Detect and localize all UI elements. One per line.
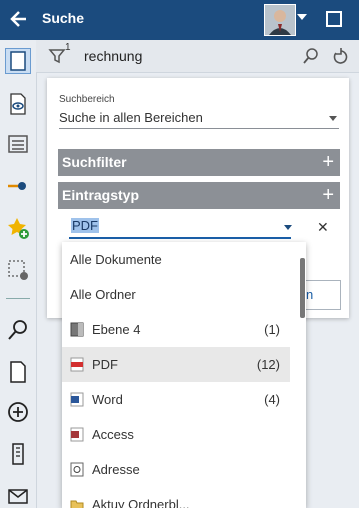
dropdown-item[interactable]: Access <box>62 417 290 452</box>
chevron-down-icon <box>329 116 337 121</box>
word-icon <box>70 392 84 407</box>
dropdown-item[interactable]: Word (4) <box>62 382 290 417</box>
favorite-add-icon[interactable] <box>6 216 30 240</box>
back-arrow-icon[interactable] <box>8 7 30 31</box>
dropdown-item-label: Aktuy Ordnerbl... <box>92 497 190 508</box>
filter-count-badge: 1 <box>65 42 71 53</box>
entry-type-select[interactable]: PDF <box>69 215 292 239</box>
search-area-label: Suchbereich <box>59 94 115 105</box>
search-icon[interactable] <box>6 318 30 342</box>
new-document-icon[interactable] <box>6 360 30 384</box>
mail-icon[interactable] <box>6 484 30 508</box>
access-icon <box>70 427 84 442</box>
search-area-select[interactable]: Suche in allen Bereichen <box>59 108 339 129</box>
search-bar: 1 rechnung <box>36 40 359 73</box>
entry-type-bar[interactable]: Eintragstyp + <box>58 182 340 209</box>
folder-level-icon <box>70 322 84 337</box>
dropdown-item-count: (1) <box>264 322 280 337</box>
dropdown-item[interactable]: PDF (12) <box>62 347 290 382</box>
dropdown-item-label: Alle Dokumente <box>70 252 162 267</box>
search-filter-bar[interactable]: Suchfilter + <box>58 149 340 176</box>
pdf-icon <box>70 357 84 372</box>
search-input[interactable]: rechnung <box>84 48 142 64</box>
dropdown-item[interactable]: Adresse <box>62 452 290 487</box>
user-menu-chevron-icon[interactable] <box>297 14 307 20</box>
entry-type-dropdown: Alle Dokumente Alle Ordner Ebene 4 (1) P… <box>62 242 306 508</box>
address-icon <box>70 462 84 477</box>
entry-type-value: PDF <box>71 218 99 233</box>
page-title: Suche <box>42 10 85 26</box>
avatar[interactable] <box>264 4 296 36</box>
dropdown-item-label: Alle Ordner <box>70 287 136 302</box>
dropdown-item-label: Access <box>92 427 134 442</box>
dropdown-item[interactable]: Alle Dokumente <box>62 242 290 277</box>
plus-icon[interactable]: + <box>322 151 334 173</box>
sidebar <box>0 40 37 508</box>
dropdown-item-label: Ebene 4 <box>92 322 141 337</box>
dropdown-item-label: PDF <box>92 357 118 372</box>
dropdown-scrollbar[interactable] <box>300 258 305 318</box>
dropdown-item[interactable]: Ebene 4 (1) <box>62 312 290 347</box>
panel-button-label: n <box>306 287 314 302</box>
add-circle-icon[interactable] <box>6 400 30 424</box>
refresh-icon[interactable] <box>332 47 350 65</box>
plus-icon[interactable]: + <box>322 184 334 206</box>
search-icon[interactable] <box>302 47 320 65</box>
dropdown-item-count: (4) <box>264 392 280 407</box>
preview-eye-icon[interactable] <box>6 92 30 116</box>
entry-type-label: Eintragstyp <box>62 187 140 203</box>
dropdown-item-label: Word <box>92 392 123 407</box>
search-filter-label: Suchfilter <box>62 154 127 170</box>
dropdown-item[interactable]: Aktuy Ordnerbl... <box>62 487 290 508</box>
search-area-value: Suche in allen Bereichen <box>59 110 203 125</box>
workflow-arrow-icon[interactable] <box>6 174 30 198</box>
device-icon[interactable] <box>6 442 30 466</box>
chevron-down-icon <box>284 225 292 230</box>
app-header: Suche <box>0 0 359 40</box>
list-view-icon[interactable] <box>6 132 30 156</box>
folder-icon <box>70 497 84 508</box>
dropdown-item[interactable]: Alle Ordner <box>62 277 290 312</box>
window-icon[interactable] <box>326 11 342 27</box>
dropdown-item-count: (12) <box>256 357 280 372</box>
selection-settings-icon[interactable] <box>6 258 30 282</box>
sidebar-divider <box>6 298 30 299</box>
filter-icon[interactable] <box>48 47 66 65</box>
dropdown-item-label: Adresse <box>92 462 140 477</box>
clear-icon[interactable]: ✕ <box>317 219 329 236</box>
document-view-icon[interactable] <box>5 48 31 74</box>
